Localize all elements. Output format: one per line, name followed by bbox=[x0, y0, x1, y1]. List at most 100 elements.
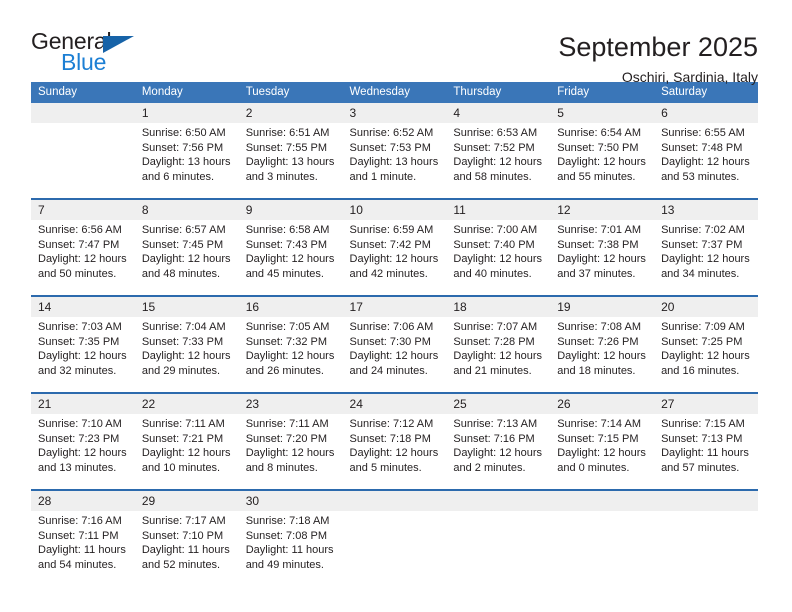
day-cell-number[interactable]: 5 bbox=[550, 103, 655, 123]
day-cell-number[interactable]: 10 bbox=[342, 198, 447, 220]
day-cell-number[interactable]: 24 bbox=[342, 392, 447, 414]
daylight-text-line2: and 32 minutes. bbox=[38, 364, 117, 377]
sunrise-text: Sunrise: 6:54 AM bbox=[557, 127, 641, 139]
day-cell-details: Sunrise: 6:50 AM Sunset: 7:56 PM Dayligh… bbox=[134, 123, 239, 199]
week-1-details: Sunrise: 6:50 AM Sunset: 7:56 PM Dayligh… bbox=[31, 123, 758, 199]
daylight-text-line2: and 2 minutes. bbox=[453, 461, 526, 474]
week-5-details: Sunrise: 7:16 AM Sunset: 7:11 PM Dayligh… bbox=[31, 511, 758, 586]
day-cell-number[interactable]: 17 bbox=[342, 295, 447, 317]
day-cell-number[interactable]: 20 bbox=[654, 295, 758, 317]
daylight-text-line1: Daylight: 12 hours bbox=[661, 156, 750, 169]
day-cell-number[interactable] bbox=[654, 489, 758, 511]
day-cell-details: Sunrise: 6:52 AM Sunset: 7:53 PM Dayligh… bbox=[342, 123, 447, 199]
page-title: September 2025 bbox=[558, 32, 758, 62]
day-cell-number[interactable]: 2 bbox=[238, 103, 343, 123]
day-cell-details: Sunrise: 7:14 AM Sunset: 7:15 PM Dayligh… bbox=[550, 414, 655, 490]
day-cell-number[interactable]: 25 bbox=[446, 392, 551, 414]
day-cell-number[interactable]: 16 bbox=[238, 295, 343, 317]
sunrise-text: Sunrise: 7:14 AM bbox=[557, 418, 641, 430]
day-cell-number[interactable]: 14 bbox=[31, 295, 135, 317]
day-cell-number[interactable]: 7 bbox=[31, 198, 135, 220]
daylight-text-line1: Daylight: 11 hours bbox=[38, 544, 126, 557]
daylight-text-line1: Daylight: 12 hours bbox=[453, 156, 543, 169]
daylight-text-line1: Daylight: 12 hours bbox=[661, 350, 750, 363]
day-cell-number[interactable]: 1 bbox=[134, 103, 239, 123]
daylight-text-line1: Daylight: 12 hours bbox=[38, 253, 127, 266]
day-cell-details: Sunrise: 7:02 AM Sunset: 7:37 PM Dayligh… bbox=[654, 220, 758, 296]
daylight-text-line1: Daylight: 12 hours bbox=[245, 253, 335, 266]
day-cell-number[interactable]: 11 bbox=[446, 198, 551, 220]
day-cell-number[interactable]: 4 bbox=[446, 103, 551, 123]
daylight-text-line1: Daylight: 12 hours bbox=[245, 350, 335, 363]
day-cell-details: Sunrise: 7:11 AM Sunset: 7:21 PM Dayligh… bbox=[134, 414, 239, 490]
day-cell-number[interactable]: 3 bbox=[342, 103, 447, 123]
sunset-text: Sunset: 7:11 PM bbox=[38, 529, 119, 542]
day-cell-number[interactable]: 18 bbox=[446, 295, 551, 317]
page-header: General Blue September 2025 Oschiri, Sar… bbox=[0, 0, 792, 86]
day-cell-number[interactable]: 6 bbox=[654, 103, 758, 123]
day-cell-number[interactable]: 29 bbox=[134, 489, 239, 511]
day-cell-number[interactable] bbox=[550, 489, 655, 511]
sunset-text: Sunset: 7:32 PM bbox=[245, 335, 328, 348]
sunset-text: Sunset: 7:52 PM bbox=[453, 141, 535, 154]
daylight-text-line2: and 55 minutes. bbox=[557, 170, 636, 183]
week-5-daynumbers: 28 29 30 bbox=[31, 489, 758, 511]
day-cell-number[interactable]: 30 bbox=[238, 489, 343, 511]
day-cell-number[interactable] bbox=[31, 103, 135, 123]
day-cell-number[interactable] bbox=[446, 489, 551, 511]
sunset-text: Sunset: 7:18 PM bbox=[349, 432, 431, 445]
day-cell-number[interactable]: 27 bbox=[654, 392, 758, 414]
day-cell-details: Sunrise: 7:06 AM Sunset: 7:30 PM Dayligh… bbox=[342, 317, 447, 393]
title-block: September 2025 Oschiri, Sardinia, Italy bbox=[151, 30, 758, 86]
daylight-text-line2: and 48 minutes. bbox=[141, 267, 221, 280]
sunrise-text: Sunrise: 7:12 AM bbox=[349, 418, 434, 430]
sunrise-text: Sunrise: 7:11 AM bbox=[141, 418, 225, 430]
sunset-text: Sunset: 7:53 PM bbox=[349, 141, 431, 154]
sunset-text: Sunset: 7:37 PM bbox=[661, 238, 743, 251]
day-cell-number[interactable]: 12 bbox=[550, 198, 655, 220]
general-blue-logo[interactable]: General Blue bbox=[31, 30, 151, 76]
calendar-week-1: 1 2 3 4 5 6 Sunrise: 6:50 AM Sunset: 7:5… bbox=[31, 103, 758, 199]
day-cell-number[interactable]: 13 bbox=[654, 198, 758, 220]
day-cell-number[interactable]: 8 bbox=[134, 198, 239, 220]
daylight-text-line1: Daylight: 12 hours bbox=[141, 253, 231, 266]
sunset-text: Sunset: 7:08 PM bbox=[245, 529, 328, 542]
sunset-text: Sunset: 7:25 PM bbox=[661, 335, 743, 348]
daylight-text-line2: and 40 minutes. bbox=[453, 267, 532, 280]
day-cell-number[interactable]: 28 bbox=[31, 489, 135, 511]
calendar-week-2: 7 8 9 10 11 12 13 Sunrise: 6:56 AM Sunse… bbox=[31, 198, 758, 296]
sunset-text: Sunset: 7:48 PM bbox=[661, 141, 743, 154]
sunrise-text: Sunrise: 7:18 AM bbox=[245, 515, 330, 527]
day-cell-number[interactable]: 21 bbox=[31, 392, 135, 414]
sunrise-text: Sunrise: 7:02 AM bbox=[661, 224, 745, 236]
sunset-text: Sunset: 7:10 PM bbox=[141, 529, 224, 542]
day-cell-details: Sunrise: 7:01 AM Sunset: 7:38 PM Dayligh… bbox=[550, 220, 655, 296]
day-cell-details: Sunrise: 6:57 AM Sunset: 7:45 PM Dayligh… bbox=[134, 220, 239, 296]
day-cell-details bbox=[31, 123, 135, 199]
sunset-text: Sunset: 7:43 PM bbox=[245, 238, 328, 251]
sunrise-text: Sunrise: 6:56 AM bbox=[38, 224, 122, 236]
day-cell-number[interactable]: 23 bbox=[238, 392, 343, 414]
sunrise-text: Sunrise: 6:55 AM bbox=[661, 127, 745, 139]
day-cell-number[interactable]: 22 bbox=[134, 392, 239, 414]
sunset-text: Sunset: 7:35 PM bbox=[38, 335, 120, 348]
day-cell-details: Sunrise: 6:58 AM Sunset: 7:43 PM Dayligh… bbox=[238, 220, 343, 296]
day-cell-number[interactable]: 9 bbox=[238, 198, 343, 220]
sunset-text: Sunset: 7:15 PM bbox=[557, 432, 639, 445]
day-cell-number[interactable]: 19 bbox=[550, 295, 655, 317]
sunset-text: Sunset: 7:30 PM bbox=[349, 335, 431, 348]
sunrise-sunset-calendar: Sunday Monday Tuesday Wednesday Thursday… bbox=[31, 82, 758, 586]
day-cell-number[interactable]: 15 bbox=[134, 295, 239, 317]
week-2-daynumbers: 7 8 9 10 11 12 13 bbox=[31, 198, 758, 220]
sunset-text: Sunset: 7:50 PM bbox=[557, 141, 639, 154]
day-cell-details bbox=[446, 511, 551, 586]
daylight-text-line2: and 10 minutes. bbox=[141, 461, 221, 474]
daylight-text-line1: Daylight: 12 hours bbox=[557, 350, 646, 363]
daylight-text-line2: and 57 minutes. bbox=[661, 461, 740, 474]
day-cell-number[interactable] bbox=[342, 489, 447, 511]
day-cell-number[interactable]: 26 bbox=[550, 392, 655, 414]
daylight-text-line2: and 49 minutes. bbox=[245, 558, 324, 571]
day-cell-details: Sunrise: 6:51 AM Sunset: 7:55 PM Dayligh… bbox=[238, 123, 343, 199]
daylight-text-line2: and 50 minutes. bbox=[38, 267, 117, 280]
sunrise-text: Sunrise: 6:53 AM bbox=[453, 127, 538, 139]
